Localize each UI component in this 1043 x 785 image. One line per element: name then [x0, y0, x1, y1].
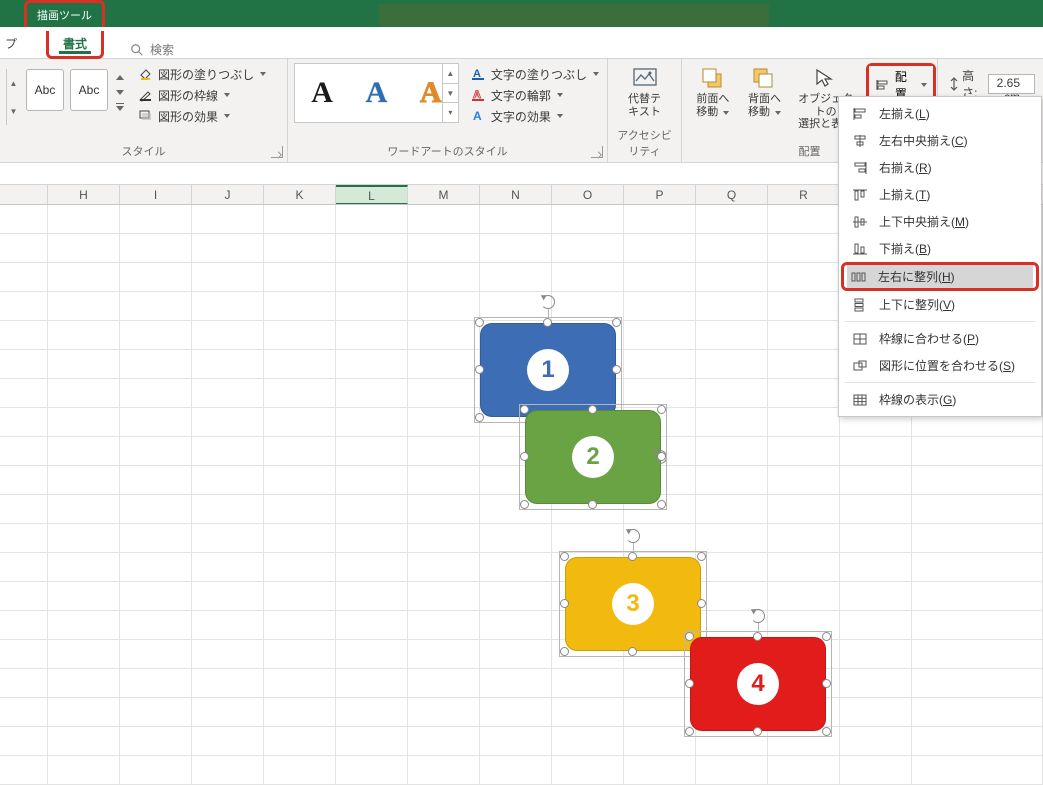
drawing-tools-tab: 描画ツール	[24, 0, 105, 27]
menu-snap-to-grid[interactable]: 枠線に合わせる(P)	[841, 325, 1039, 352]
text-effects-icon: A	[471, 109, 487, 123]
col-header[interactable]: R	[768, 185, 840, 204]
menu-align-left[interactable]: 左揃え(L)	[841, 100, 1039, 127]
menu-distribute-vertical[interactable]: 上下に整列(V)	[841, 291, 1039, 318]
pen-outline-icon	[138, 88, 154, 102]
menu-view-gridlines[interactable]: 枠線の表示(G)	[841, 386, 1039, 413]
svg-text:A: A	[473, 109, 482, 123]
alt-text-button[interactable]: 代替テキスト	[619, 63, 671, 120]
text-fill-label: 文字の塗りつぶし	[491, 66, 587, 83]
distribute-v-icon	[851, 297, 869, 313]
menu-align-right[interactable]: 右揃え(R)	[841, 154, 1039, 181]
menu-distribute-horizontal[interactable]: 左右に整列(H)	[847, 265, 1033, 288]
send-backward-icon	[750, 65, 778, 91]
align-top-icon	[851, 187, 869, 203]
distribute-h-icon	[850, 269, 868, 285]
align-menu: 左揃え(L) 左右中央揃え(C) 右揃え(R) 上揃え(T) 上下中央揃え(M)…	[838, 96, 1042, 417]
shape-fill-label: 図形の塗りつぶし	[158, 66, 254, 83]
group-wordart-styles: A A A ▲▼▾ A 文字の塗りつぶし A 文字の輪郭 A 文字の効果	[288, 59, 608, 162]
text-outline-button[interactable]: A 文字の輪郭	[469, 85, 601, 106]
col-header[interactable]: I	[120, 185, 192, 204]
bring-fwd-l1: 前面へ	[696, 93, 729, 105]
send-backward-button[interactable]: 背面へ移動	[740, 63, 790, 120]
menu-separator-1	[845, 321, 1035, 322]
height-input[interactable]: 2.65 cm	[988, 74, 1035, 94]
col-header-left-edge[interactable]	[0, 185, 48, 204]
align-icon	[875, 78, 891, 92]
col-header[interactable]: H	[48, 185, 120, 204]
wordart-preset-3[interactable]: A	[420, 76, 442, 110]
col-header[interactable]: K	[264, 185, 336, 204]
text-effects-button[interactable]: A 文字の効果	[469, 106, 601, 127]
send-back-l1: 背面へ	[748, 93, 781, 105]
align-bottom-icon	[851, 241, 869, 257]
search-icon	[130, 43, 144, 57]
shape-effects-label: 図形の効果	[158, 108, 218, 125]
wordart-gallery[interactable]: A A A ▲▼▾	[294, 63, 459, 123]
bring-forward-icon	[699, 65, 727, 91]
ribbon-tabs: プ 書式 検索	[0, 27, 1043, 59]
alt-text-l2: キスト	[628, 106, 661, 118]
text-fill-button[interactable]: A 文字の塗りつぶし	[469, 64, 601, 85]
tab-format[interactable]: 書式	[46, 31, 104, 59]
shape-outline-button[interactable]: 図形の枠線	[136, 85, 268, 106]
group-label-accessibility: アクセシビリティ	[614, 125, 675, 160]
shape-style-preset-2[interactable]: Abc	[70, 69, 108, 111]
shape-fill-button[interactable]: 図形の塗りつぶし	[136, 64, 268, 85]
menu-align-bottom[interactable]: 下揃え(B)	[841, 235, 1039, 262]
group-label-wordart: ワードアートのスタイル	[294, 141, 601, 160]
group-accessibility: 代替テキスト アクセシビリティ	[608, 59, 682, 162]
title-center	[379, 4, 769, 26]
title-bar: 描画ツール	[0, 0, 1043, 27]
snap-grid-icon	[851, 331, 869, 347]
selection-pane-icon	[812, 65, 840, 91]
align-middle-icon	[851, 214, 869, 230]
col-header[interactable]: O	[552, 185, 624, 204]
col-header-selected[interactable]: L	[336, 185, 408, 204]
menu-snap-to-shape[interactable]: 図形に位置を合わせる(S)	[841, 352, 1039, 379]
text-effects-label: 文字の効果	[491, 108, 551, 125]
bring-forward-button[interactable]: 前面へ移動	[688, 63, 738, 120]
dialog-launcher-shape-styles[interactable]	[271, 146, 283, 158]
alt-text-icon	[631, 65, 659, 91]
text-outline-label: 文字の輪郭	[491, 87, 551, 104]
wordart-preset-2[interactable]: A	[366, 76, 388, 110]
align-center-icon	[851, 133, 869, 149]
wordart-preset-1[interactable]: A	[311, 76, 333, 110]
shape-style-preset-1[interactable]: Abc	[26, 69, 64, 111]
shape-outline-label: 図形の枠線	[158, 87, 218, 104]
menu-align-center[interactable]: 左右中央揃え(C)	[841, 127, 1039, 154]
shape-effects-icon	[138, 109, 154, 123]
alt-text-l1: 代替テ	[628, 93, 661, 105]
col-header[interactable]: N	[480, 185, 552, 204]
menu-align-middle[interactable]: 上下中央揃え(M)	[841, 208, 1039, 235]
snap-shape-icon	[851, 358, 869, 374]
col-header[interactable]: M	[408, 185, 480, 204]
gallery-scroll[interactable]: ▲▼▾	[442, 64, 458, 122]
tell-me-search[interactable]: 検索	[130, 41, 174, 58]
col-header[interactable]: Q	[696, 185, 768, 204]
menu-separator-2	[845, 382, 1035, 383]
group-shape-styles: ▲▼ Abc Abc 図形の塗りつぶし 図形の枠線	[0, 59, 288, 162]
search-placeholder: 検索	[150, 41, 174, 58]
tab-prev-fragment[interactable]: プ	[0, 29, 22, 58]
col-header[interactable]: P	[624, 185, 696, 204]
text-outline-icon: A	[471, 88, 487, 102]
group-label-shape-styles: スタイル	[6, 141, 281, 160]
height-icon	[946, 76, 959, 92]
paint-bucket-icon	[138, 67, 154, 81]
dialog-launcher-wordart[interactable]	[591, 146, 603, 158]
col-header[interactable]: J	[192, 185, 264, 204]
align-left-icon	[851, 106, 869, 122]
send-back-l2: 移動	[748, 106, 770, 118]
menu-align-top[interactable]: 上揃え(T)	[841, 181, 1039, 208]
gridlines-icon	[851, 392, 869, 408]
bring-fwd-l2: 移動	[696, 106, 718, 118]
text-fill-icon: A	[471, 67, 487, 81]
align-right-icon	[851, 160, 869, 176]
shape-effects-button[interactable]: 図形の効果	[136, 106, 268, 127]
menu-distribute-horizontal-highlight: 左右に整列(H)	[841, 262, 1039, 291]
